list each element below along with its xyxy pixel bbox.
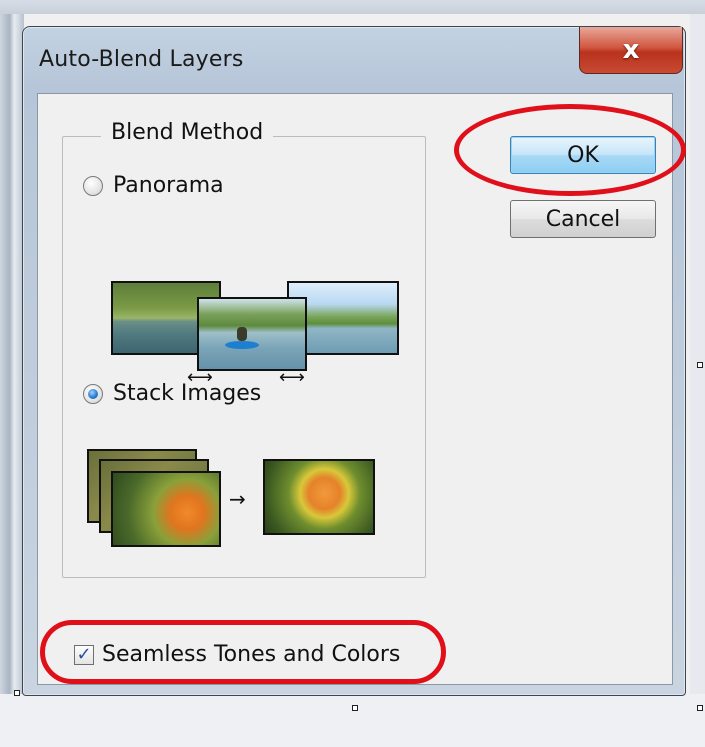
background-window-top [0, 0, 705, 14]
title-bar[interactable]: Auto-Blend Layers x [23, 27, 685, 93]
checkmark-icon: ✓ [76, 643, 92, 665]
right-arrow-icon: → [229, 487, 246, 511]
cancel-button[interactable]: Cancel [510, 200, 656, 238]
kayaker-shape [237, 327, 247, 341]
seamless-tones-checkbox[interactable]: ✓ [74, 643, 94, 665]
dialog-title: Auto-Blend Layers [39, 47, 244, 72]
stack-result-photo [263, 459, 375, 535]
background-window-bottom [0, 694, 705, 747]
close-icon: x [622, 35, 640, 65]
stack-photo-front [111, 471, 221, 547]
dialog-client-area: Blend Method Panorama ⟷ ⟷ Stack Images →… [37, 93, 673, 685]
resize-handle[interactable] [352, 705, 358, 711]
radio-label-panorama: Panorama [113, 173, 224, 198]
background-window-left [0, 14, 24, 694]
background-window-right [690, 14, 705, 694]
radio-button-stack-images[interactable] [83, 383, 103, 404]
seamless-tones-checkbox-row[interactable]: ✓ Seamless Tones and Colors [74, 642, 400, 667]
ok-button[interactable]: OK [510, 136, 656, 174]
panorama-illustration: ⟷ ⟷ [111, 281, 401, 391]
blend-method-legend: Blend Method [101, 120, 274, 145]
close-button[interactable]: x [579, 27, 683, 74]
radio-stack-images[interactable]: Stack Images [83, 381, 261, 406]
resize-handle[interactable] [697, 705, 703, 711]
panorama-photo-center [197, 297, 307, 371]
blend-method-group: Blend Method Panorama ⟷ ⟷ Stack Images → [62, 120, 426, 578]
radio-label-stack-images: Stack Images [113, 381, 262, 406]
resize-handle[interactable] [14, 690, 20, 696]
radio-button-panorama[interactable] [83, 175, 103, 196]
resize-handle[interactable] [697, 362, 703, 368]
kayak-shape [225, 341, 259, 349]
stack-images-illustration: → [87, 449, 377, 559]
auto-blend-layers-dialog: Auto-Blend Layers x Blend Method Panoram… [22, 26, 686, 696]
radio-panorama[interactable]: Panorama [83, 173, 224, 198]
seamless-tones-label: Seamless Tones and Colors [102, 642, 401, 667]
double-arrow-icon: ⟷ [279, 367, 305, 388]
